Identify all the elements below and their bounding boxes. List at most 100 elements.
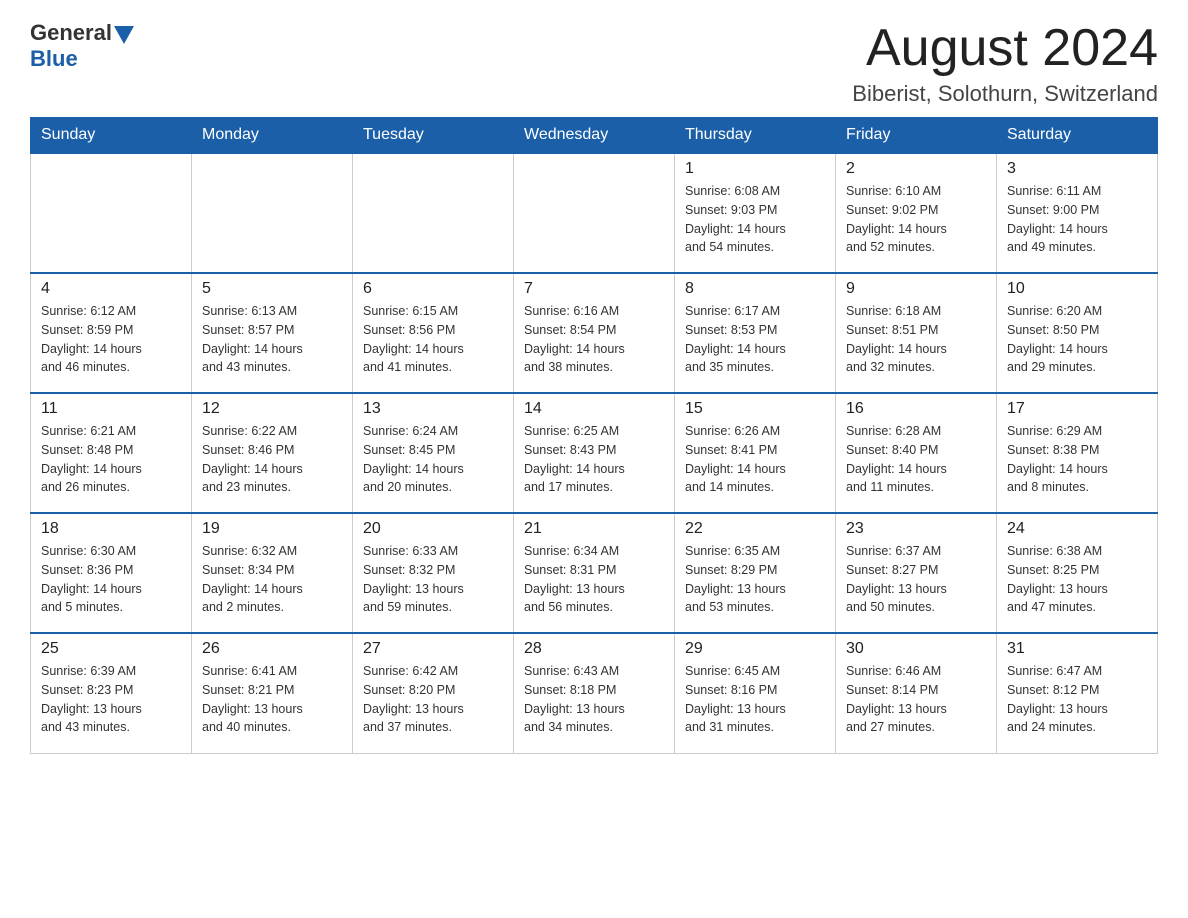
calendar-cell [514, 153, 675, 273]
day-number: 17 [1007, 400, 1147, 418]
day-number: 8 [685, 280, 825, 298]
day-number: 7 [524, 280, 664, 298]
day-info: Sunrise: 6:21 AM Sunset: 8:48 PM Dayligh… [41, 422, 181, 497]
day-number: 18 [41, 520, 181, 538]
day-info: Sunrise: 6:26 AM Sunset: 8:41 PM Dayligh… [685, 422, 825, 497]
day-number: 27 [363, 640, 503, 658]
day-number: 12 [202, 400, 342, 418]
calendar-cell: 4 Sunrise: 6:12 AM Sunset: 8:59 PM Daylig… [31, 273, 192, 393]
calendar-cell: 7Sunrise: 6:16 AM Sunset: 8:54 PM Daylig… [514, 273, 675, 393]
calendar-cell: 9 Sunrise: 6:18 AM Sunset: 8:51 PM Daylig… [836, 273, 997, 393]
day-number: 1 [685, 160, 825, 178]
day-number: 26 [202, 640, 342, 658]
day-number: 21 [524, 520, 664, 538]
day-info: Sunrise: 6:12 AM Sunset: 8:59 PM Dayligh… [41, 302, 181, 377]
location-subtitle: Biberist, Solothurn, Switzerland [852, 81, 1158, 107]
day-number: 10 [1007, 280, 1147, 298]
calendar-cell: 11 Sunrise: 6:21 AM Sunset: 8:48 PM Dayli… [31, 393, 192, 513]
day-info: Sunrise: 6:15 AM Sunset: 8:56 PM Dayligh… [363, 302, 503, 377]
calendar-week-row: 25Sunrise: 6:39 AM Sunset: 8:23 PM Dayli… [31, 633, 1158, 753]
day-number: 31 [1007, 640, 1147, 658]
day-info: Sunrise: 6:43 AM Sunset: 8:18 PM Dayligh… [524, 662, 664, 737]
calendar-cell: 14 Sunrise: 6:25 AM Sunset: 8:43 PM Dayli… [514, 393, 675, 513]
day-number: 5 [202, 280, 342, 298]
calendar-week-row: 18 Sunrise: 6:30 AM Sunset: 8:36 PM Dayli… [31, 513, 1158, 633]
day-info: Sunrise: 6:38 AM Sunset: 8:25 PM Dayligh… [1007, 542, 1147, 617]
day-info: Sunrise: 6:08 AM Sunset: 9:03 PM Dayligh… [685, 182, 825, 257]
day-info: Sunrise: 6:34 AM Sunset: 8:31 PM Dayligh… [524, 542, 664, 617]
calendar-cell: 31 Sunrise: 6:47 AM Sunset: 8:12 PM Dayli… [997, 633, 1158, 753]
calendar-week-row: 1 Sunrise: 6:08 AM Sunset: 9:03 PM Daylig… [31, 153, 1158, 273]
col-wednesday: Wednesday [514, 118, 675, 154]
day-number: 23 [846, 520, 986, 538]
month-year-title: August 2024 [852, 20, 1158, 77]
calendar-cell [192, 153, 353, 273]
calendar-cell: 15 Sunrise: 6:26 AM Sunset: 8:41 PM Dayli… [675, 393, 836, 513]
day-number: 29 [685, 640, 825, 658]
calendar-cell: 21 Sunrise: 6:34 AM Sunset: 8:31 PM Dayli… [514, 513, 675, 633]
col-monday: Monday [192, 118, 353, 154]
calendar-cell: 19 Sunrise: 6:32 AM Sunset: 8:34 PM Dayli… [192, 513, 353, 633]
calendar-week-row: 11 Sunrise: 6:21 AM Sunset: 8:48 PM Dayli… [31, 393, 1158, 513]
day-number: 24 [1007, 520, 1147, 538]
day-number: 9 [846, 280, 986, 298]
day-number: 3 [1007, 160, 1147, 178]
calendar-cell: 28 Sunrise: 6:43 AM Sunset: 8:18 PM Dayli… [514, 633, 675, 753]
logo-text-block: General Blue [30, 20, 134, 72]
logo-blue: Blue [30, 46, 78, 71]
calendar-cell: 5 Sunrise: 6:13 AM Sunset: 8:57 PM Daylig… [192, 273, 353, 393]
calendar-cell: 25Sunrise: 6:39 AM Sunset: 8:23 PM Dayli… [31, 633, 192, 753]
page-header: General Blue August 2024 Biberist, Solot… [30, 20, 1158, 107]
logo: General Blue [30, 20, 134, 72]
calendar-cell: 1 Sunrise: 6:08 AM Sunset: 9:03 PM Daylig… [675, 153, 836, 273]
day-number: 20 [363, 520, 503, 538]
day-info: Sunrise: 6:28 AM Sunset: 8:40 PM Dayligh… [846, 422, 986, 497]
calendar-week-row: 4 Sunrise: 6:12 AM Sunset: 8:59 PM Daylig… [31, 273, 1158, 393]
col-thursday: Thursday [675, 118, 836, 154]
calendar-cell: 12Sunrise: 6:22 AM Sunset: 8:46 PM Dayli… [192, 393, 353, 513]
day-number: 6 [363, 280, 503, 298]
calendar-table: Sunday Monday Tuesday Wednesday Thursday… [30, 117, 1158, 754]
day-info: Sunrise: 6:25 AM Sunset: 8:43 PM Dayligh… [524, 422, 664, 497]
day-info: Sunrise: 6:13 AM Sunset: 8:57 PM Dayligh… [202, 302, 342, 377]
calendar-cell: 3 Sunrise: 6:11 AM Sunset: 9:00 PM Daylig… [997, 153, 1158, 273]
calendar-cell: 27Sunrise: 6:42 AM Sunset: 8:20 PM Dayli… [353, 633, 514, 753]
calendar-cell [31, 153, 192, 273]
day-info: Sunrise: 6:17 AM Sunset: 8:53 PM Dayligh… [685, 302, 825, 377]
day-info: Sunrise: 6:24 AM Sunset: 8:45 PM Dayligh… [363, 422, 503, 497]
day-info: Sunrise: 6:37 AM Sunset: 8:27 PM Dayligh… [846, 542, 986, 617]
day-info: Sunrise: 6:29 AM Sunset: 8:38 PM Dayligh… [1007, 422, 1147, 497]
day-info: Sunrise: 6:11 AM Sunset: 9:00 PM Dayligh… [1007, 182, 1147, 257]
day-number: 4 [41, 280, 181, 298]
calendar-cell: 10 Sunrise: 6:20 AM Sunset: 8:50 PM Dayli… [997, 273, 1158, 393]
calendar-cell: 16Sunrise: 6:28 AM Sunset: 8:40 PM Dayli… [836, 393, 997, 513]
day-number: 14 [524, 400, 664, 418]
day-info: Sunrise: 6:18 AM Sunset: 8:51 PM Dayligh… [846, 302, 986, 377]
day-number: 13 [363, 400, 503, 418]
day-number: 19 [202, 520, 342, 538]
calendar-cell: 13 Sunrise: 6:24 AM Sunset: 8:45 PM Dayli… [353, 393, 514, 513]
calendar-cell: 8 Sunrise: 6:17 AM Sunset: 8:53 PM Daylig… [675, 273, 836, 393]
calendar-header-row: Sunday Monday Tuesday Wednesday Thursday… [31, 118, 1158, 154]
calendar-cell: 22Sunrise: 6:35 AM Sunset: 8:29 PM Dayli… [675, 513, 836, 633]
calendar-cell: 23 Sunrise: 6:37 AM Sunset: 8:27 PM Dayli… [836, 513, 997, 633]
calendar-cell: 2Sunrise: 6:10 AM Sunset: 9:02 PM Daylig… [836, 153, 997, 273]
day-info: Sunrise: 6:20 AM Sunset: 8:50 PM Dayligh… [1007, 302, 1147, 377]
day-number: 25 [41, 640, 181, 658]
calendar-cell: 29Sunrise: 6:45 AM Sunset: 8:16 PM Dayli… [675, 633, 836, 753]
day-number: 15 [685, 400, 825, 418]
day-info: Sunrise: 6:41 AM Sunset: 8:21 PM Dayligh… [202, 662, 342, 737]
day-info: Sunrise: 6:35 AM Sunset: 8:29 PM Dayligh… [685, 542, 825, 617]
day-info: Sunrise: 6:47 AM Sunset: 8:12 PM Dayligh… [1007, 662, 1147, 737]
calendar-cell: 30Sunrise: 6:46 AM Sunset: 8:14 PM Dayli… [836, 633, 997, 753]
day-info: Sunrise: 6:10 AM Sunset: 9:02 PM Dayligh… [846, 182, 986, 257]
day-info: Sunrise: 6:32 AM Sunset: 8:34 PM Dayligh… [202, 542, 342, 617]
day-number: 28 [524, 640, 664, 658]
calendar-cell: 18 Sunrise: 6:30 AM Sunset: 8:36 PM Dayli… [31, 513, 192, 633]
calendar-cell: 24 Sunrise: 6:38 AM Sunset: 8:25 PM Dayli… [997, 513, 1158, 633]
day-number: 11 [41, 400, 181, 418]
calendar-cell: 6 Sunrise: 6:15 AM Sunset: 8:56 PM Daylig… [353, 273, 514, 393]
col-friday: Friday [836, 118, 997, 154]
day-info: Sunrise: 6:33 AM Sunset: 8:32 PM Dayligh… [363, 542, 503, 617]
day-info: Sunrise: 6:30 AM Sunset: 8:36 PM Dayligh… [41, 542, 181, 617]
